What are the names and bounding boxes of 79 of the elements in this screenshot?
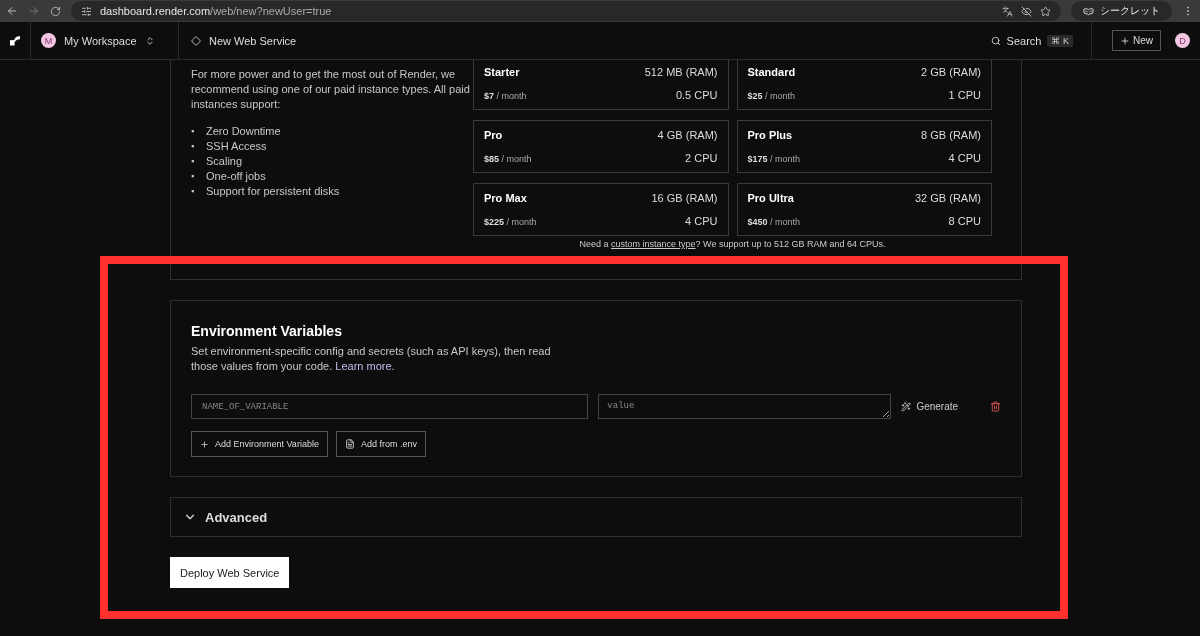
feature-item: Zero Downtime	[206, 124, 281, 139]
plan-price: $450 / month	[747, 217, 801, 227]
plus-icon	[1120, 35, 1130, 46]
reload-icon[interactable]	[50, 5, 61, 17]
plan-name: Pro Max	[484, 192, 527, 204]
plan-price: $7 / month	[484, 91, 527, 101]
incognito-icon	[1083, 5, 1094, 17]
plan-option[interactable]: Standard 2 GB (RAM) $25 / month 1 CPU	[736, 60, 992, 110]
variable-name-field[interactable]: NAME_OF_VARIABLE	[191, 394, 589, 419]
incognito-chip[interactable]: シークレット	[1071, 1, 1172, 21]
user-avatar[interactable]: D	[1175, 33, 1190, 48]
plan-ram: 4 GB (RAM)	[657, 129, 718, 141]
bullet-marker: ▪	[191, 155, 196, 168]
advanced-toggle[interactable]: Advanced	[170, 497, 1022, 537]
back-icon[interactable]	[6, 5, 18, 17]
plan-cpu: 4 CPU	[948, 152, 981, 164]
bookmark-star-icon[interactable]	[1040, 5, 1051, 17]
instance-description: For more power and to get the most out of Render, we recommend using one of our paid instance types. All paid instances support:	[191, 67, 471, 112]
plan-cpu: 8 CPU	[948, 215, 981, 227]
translate-icon[interactable]	[1002, 5, 1013, 17]
bullet-marker: ▪	[191, 125, 196, 138]
delete-icon[interactable]	[990, 401, 1001, 412]
bullet-marker: ▪	[191, 140, 196, 153]
plan-option[interactable]: Starter 512 MB (RAM) $7 / month 0.5 CPU	[473, 60, 729, 110]
plan-option[interactable]: Pro Max 16 GB (RAM) $225 / month 4 CPU	[473, 183, 729, 236]
add-from-env-button[interactable]: Add from .env	[335, 431, 426, 457]
custom-instance-link[interactable]: custom instance type	[611, 239, 696, 249]
plan-price: $85 / month	[484, 154, 532, 164]
plan-price: $25 / month	[747, 91, 796, 101]
file-icon	[344, 439, 355, 449]
feature-item: Scaling	[206, 154, 243, 169]
section-description: Set environment-specific config and secrets (such as API keys), then read those values from your code. Learn more.	[191, 344, 551, 374]
search-label[interactable]: Search	[1006, 34, 1042, 47]
logo-icon[interactable]	[10, 34, 20, 47]
plan-price: $225 / month	[484, 217, 537, 227]
wand-icon	[901, 401, 912, 412]
feature-item: One-off jobs	[206, 169, 266, 184]
bullet-marker: ▪	[191, 185, 196, 198]
plan-ram: 2 GB (RAM)	[921, 66, 981, 78]
site-settings-icon[interactable]	[81, 5, 92, 17]
plan-ram: 16 GB (RAM)	[651, 192, 718, 204]
learn-more-link[interactable]: Learn more.	[335, 360, 395, 372]
feature-item: SSH Access	[206, 139, 267, 154]
plan-name: Standard	[747, 66, 796, 78]
plan-cpu: 2 CPU	[685, 152, 718, 164]
new-button[interactable]: New	[1112, 30, 1161, 51]
plan-cpu: 4 CPU	[685, 215, 718, 227]
custom-instance-note: Need a custom instance type? We support up to 512 GB RAM and 64 CPUs.	[578, 239, 887, 250]
plan-price: $175 / month	[747, 154, 801, 164]
section-title: Environment Variables	[191, 323, 343, 339]
search-icon[interactable]	[990, 35, 1001, 46]
plan-name: Pro Ultra	[747, 192, 794, 204]
plan-ram: 512 MB (RAM)	[644, 66, 718, 78]
chevrons-icon[interactable]	[144, 35, 155, 46]
plan-name: Starter	[484, 66, 520, 78]
plan-name: Pro	[484, 129, 503, 141]
add-variable-button[interactable]: Add Environment Variable	[191, 431, 328, 457]
feature-item: Support for persistent disks	[206, 184, 340, 199]
plan-cpu: 0.5 CPU	[675, 89, 718, 101]
generate-button[interactable]: Generate	[901, 401, 959, 412]
plan-cpu: 1 CPU	[948, 89, 981, 101]
plan-ram: 32 GB (RAM)	[915, 192, 981, 204]
plus-icon	[200, 439, 209, 449]
plan-option[interactable]: Pro Plus 8 GB (RAM) $175 / month 4 CPU	[736, 120, 992, 173]
variable-value-field[interactable]: value	[598, 394, 892, 419]
page-title: New Web Service	[209, 34, 297, 47]
deploy-button[interactable]: Deploy Web Service	[170, 557, 290, 588]
plan-option[interactable]: Pro 4 GB (RAM) $85 / month 2 CPU	[473, 120, 729, 173]
plan-name: Pro Plus	[747, 129, 793, 141]
shortcut-key: ⌘ K	[1047, 34, 1073, 47]
workspace-name[interactable]: My Workspace	[64, 34, 137, 47]
url-text: dashboard.render.com/web/new?newUser=true	[100, 5, 333, 17]
eye-off-icon[interactable]	[1021, 5, 1032, 17]
bullet-marker: ▪	[191, 170, 196, 183]
address-bar[interactable]: dashboard.render.com/web/new?newUser=true	[71, 1, 1061, 21]
plan-option[interactable]: Pro Ultra 32 GB (RAM) $450 / month 8 CPU	[736, 183, 992, 236]
plan-ram: 8 GB (RAM)	[921, 129, 981, 141]
diamond-icon	[191, 35, 201, 46]
workspace-avatar: M	[41, 33, 56, 48]
